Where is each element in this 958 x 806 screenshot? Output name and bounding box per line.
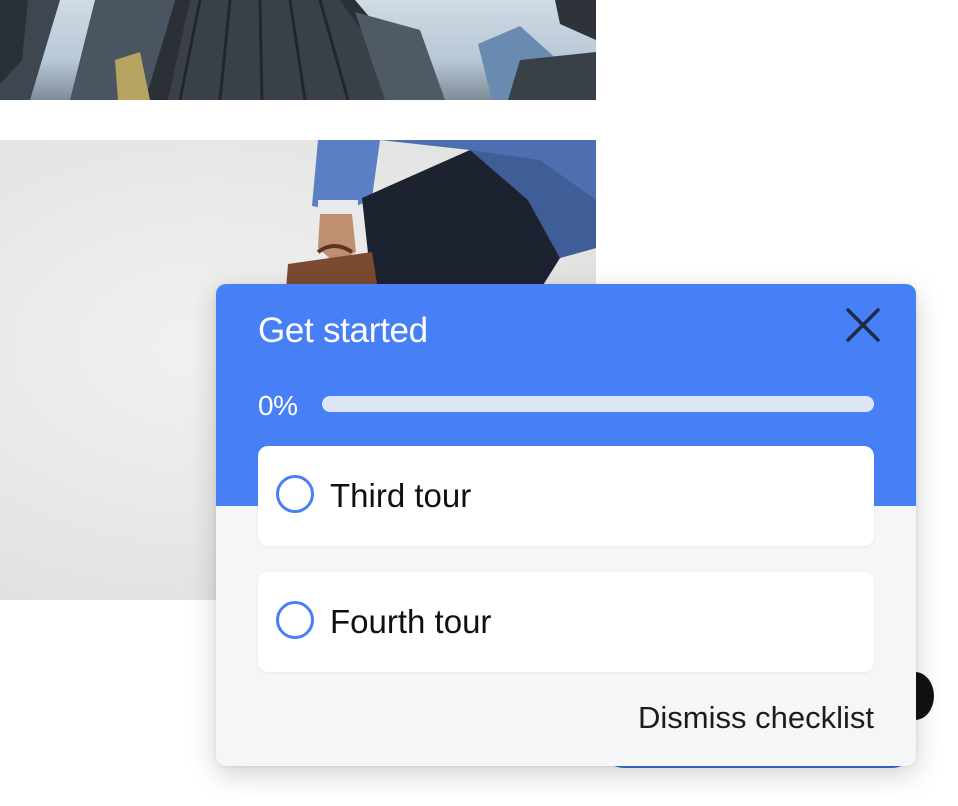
progress-row: 0% <box>258 386 874 422</box>
checklist-item-third-tour[interactable]: Third tour <box>258 446 874 546</box>
checklist-popup: Get started 0% Third tour Fourth tour Di… <box>216 284 916 766</box>
task-status-circle-icon <box>276 475 314 513</box>
checklist-title: Get started <box>258 311 428 350</box>
checklist-item-fourth-tour[interactable]: Fourth tour <box>258 572 874 672</box>
close-button[interactable] <box>838 300 888 350</box>
city-skyline-photo <box>0 0 596 100</box>
task-status-circle-icon <box>276 601 314 639</box>
task-label: Fourth tour <box>330 603 492 640</box>
dismiss-checklist-link[interactable]: Dismiss checklist <box>638 698 874 738</box>
progress-bar <box>322 396 874 412</box>
progress-percentage: 0% <box>258 390 298 421</box>
task-label: Third tour <box>330 477 472 514</box>
close-icon <box>846 308 880 342</box>
